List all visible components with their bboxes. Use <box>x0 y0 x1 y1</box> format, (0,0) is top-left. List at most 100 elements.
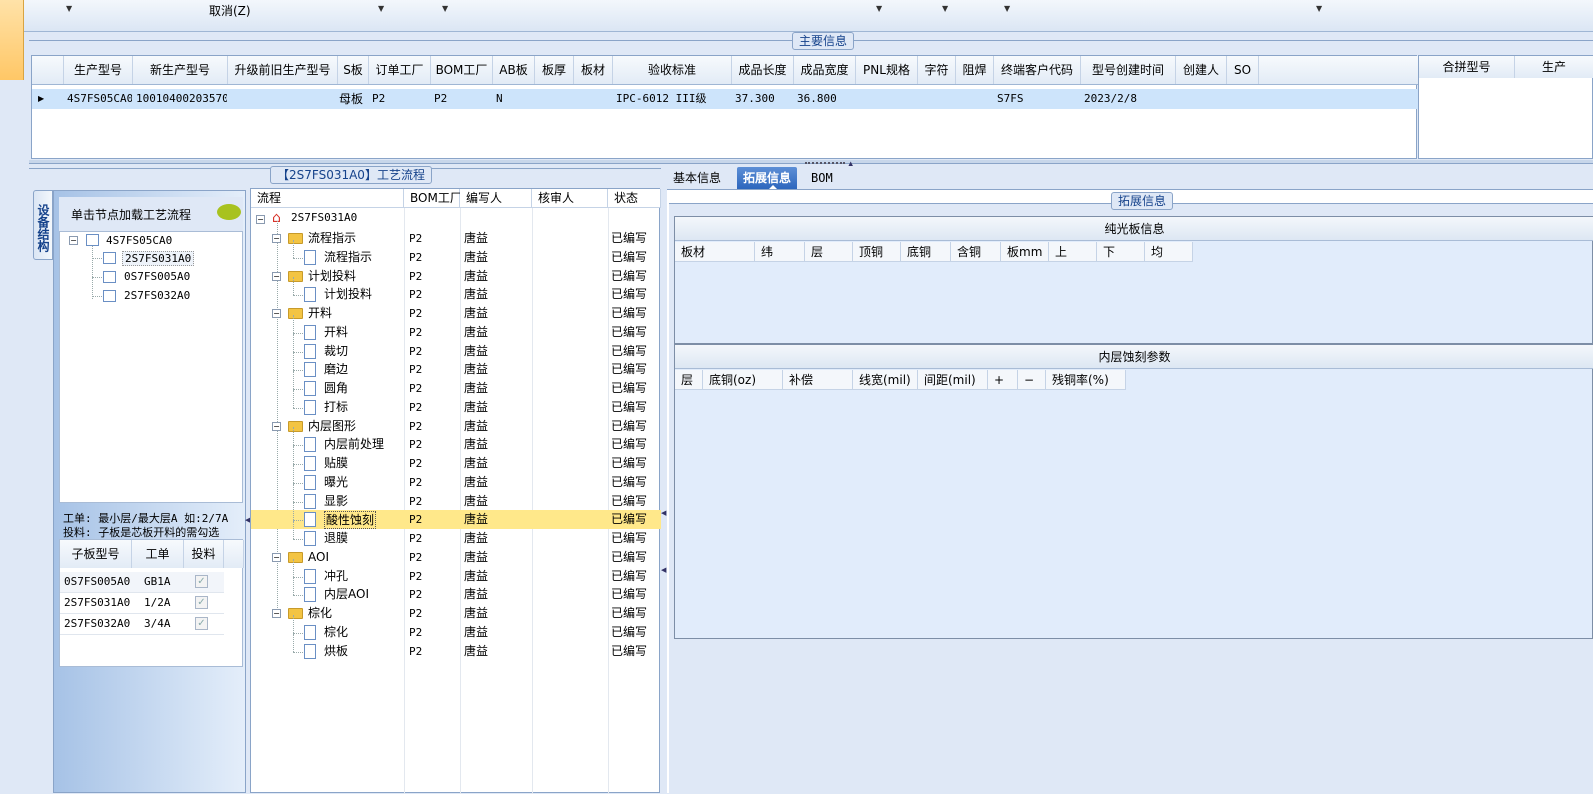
col-header[interactable]: 成品长度 <box>732 56 794 84</box>
dropdown-arrow-icon[interactable]: ▼ <box>942 4 948 13</box>
merge-grid[interactable]: 合拼型号 生产 <box>1418 55 1593 159</box>
col-header[interactable]: 间距(mil) <box>918 370 988 390</box>
collapse-icon[interactable]: − <box>272 271 281 281</box>
col-header[interactable]: 下 <box>1097 242 1145 262</box>
flow-step-row[interactable]: 计划投料 P2 唐益 已编写 <box>251 277 661 304</box>
sub-board-grid[interactable]: 子板型号 工单 投料 0S7FS005A0 GB1A ✓ 2S7FS031A0 … <box>59 539 244 667</box>
col-header[interactable]: 成品宽度 <box>794 56 856 84</box>
flow-step-row[interactable]: 显影 P2 唐益 已编写 <box>251 483 661 511</box>
col-header[interactable]: AB板 <box>493 56 535 84</box>
col-header[interactable]: 阻焊 <box>956 56 994 84</box>
col-header[interactable]: 残铜率(%) <box>1046 370 1126 390</box>
collapse-arrow-icon[interactable]: ◀ <box>661 566 666 574</box>
flow-group-row[interactable]: − 棕化 P2 唐益 已编写 <box>251 604 661 623</box>
col-header[interactable]: + <box>988 370 1018 390</box>
col-header[interactable]: 纬 <box>755 242 805 262</box>
main-info-grid[interactable]: 生产型号 新生产型号 升级前旧生产型号 S板 订单工厂 BOM工厂 AB板 板厚 板材 验收标准成… <box>31 55 1418 159</box>
feed-checkbox[interactable]: ✓ <box>195 596 208 609</box>
flow-step-row[interactable]: 内层前处理 P2 唐益 已编写 <box>251 427 661 454</box>
col-header[interactable]: − <box>1018 370 1046 390</box>
table-row[interactable]: 2S7FS032A0 3/4A ✓ <box>60 614 224 635</box>
structure-tree[interactable]: − 4S7FS05CA0 2S7FS031A0 0S7FS005A0 2S7FS… <box>59 231 243 503</box>
col-header[interactable]: 新生产型号 <box>133 56 228 84</box>
collapse-icon[interactable]: − <box>69 236 78 245</box>
flow-step-row[interactable]: 贴膜 P2 唐益 已编写 <box>251 446 661 473</box>
flow-step-row[interactable]: 内层AOI P2 唐益 已编写 <box>251 577 661 604</box>
col-header[interactable]: BOM工厂 <box>431 56 493 84</box>
flow-step-row[interactable]: 退膜 P2 唐益 已编写 <box>251 521 661 548</box>
collapse-icon[interactable]: − <box>272 421 281 431</box>
col-header[interactable]: 顶铜 <box>853 242 901 262</box>
flow-step-row[interactable]: 烘板 P2 唐益 已编写 <box>251 633 661 661</box>
dropdown-arrow-icon[interactable]: ▼ <box>876 4 882 13</box>
flow-tree-grid[interactable]: 流程 BOM工厂 编写人 核审人 状态 − ⌂ 2S7FS031A0 − 流程指示… <box>250 188 661 794</box>
flow-step-row[interactable]: 冲孔 P2 唐益 已编写 <box>251 558 661 586</box>
flow-step-row[interactable]: 曝光 P2 唐益 已编写 <box>251 464 661 492</box>
col-header[interactable]: 补偿 <box>783 370 853 390</box>
flow-step-row[interactable]: 圆角 P2 唐益 已编写 <box>251 371 661 398</box>
col-header[interactable]: 核审人 <box>532 189 608 208</box>
col-header[interactable]: 生产 <box>1515 56 1593 78</box>
col-header[interactable]: 升级前旧生产型号 <box>228 56 338 84</box>
dropdown-arrow-icon[interactable]: ▼ <box>442 4 448 13</box>
flow-step-row[interactable]: 酸性蚀刻 P2 唐益 已编写 <box>251 502 661 530</box>
flow-step-row[interactable]: 裁切 P2 唐益 已编写 <box>251 333 661 361</box>
flow-group-row[interactable]: − 流程指示 P2 唐益 已编写 <box>251 229 661 248</box>
flow-step-row[interactable]: 打标 P2 唐益 已编写 <box>251 389 661 417</box>
col-header[interactable]: PNL规格 <box>856 56 918 84</box>
tab-basic-info[interactable]: 基本信息 <box>667 167 727 189</box>
side-tab-device-structure[interactable]: 设备结构 <box>33 190 53 260</box>
dropdown-arrow-icon[interactable]: ▼ <box>378 4 384 13</box>
col-header[interactable]: 含铜 <box>951 242 1001 262</box>
dropdown-arrow-icon[interactable]: ▼ <box>1004 4 1010 13</box>
col-header[interactable]: 均 <box>1145 242 1193 262</box>
col-header[interactable]: 工单 <box>132 540 184 568</box>
collapse-icon[interactable]: − <box>272 609 281 618</box>
col-header[interactable]: SO <box>1227 56 1259 84</box>
flow-step-row[interactable]: 棕化 P2 唐益 已编写 <box>251 614 661 642</box>
col-header[interactable]: 板材 <box>675 242 755 262</box>
table-row[interactable]: ▶ 4S7FS05CA0 10010400203570 母板 P2 P2 N IPC-6012… <box>32 89 1418 109</box>
flow-step-row[interactable]: 磨边 P2 唐益 已编写 <box>251 352 661 379</box>
col-header[interactable]: 线宽(mil) <box>853 370 918 390</box>
col-header[interactable]: 底铜(oz) <box>703 370 783 390</box>
col-header[interactable]: 生产型号 <box>64 56 133 84</box>
col-header[interactable]: 子板型号 <box>60 540 132 568</box>
cancel-button[interactable]: 取消(Z) <box>209 2 251 19</box>
flow-group-row[interactable]: − AOI P2 唐益 已编写 <box>251 548 661 567</box>
collapse-icon[interactable]: − <box>272 309 281 318</box>
dropdown-arrow-icon[interactable]: ▼ <box>1316 4 1322 13</box>
flow-group-row[interactable]: − 内层图形 P2 唐益 已编写 <box>251 417 661 436</box>
tree-item[interactable]: 2S7FS031A0 <box>122 251 195 266</box>
col-header[interactable]: 层 <box>675 370 703 390</box>
col-header[interactable]: 板厚 <box>535 56 574 84</box>
col-header[interactable]: S板 <box>338 56 369 84</box>
col-header[interactable]: 状态 <box>608 189 661 208</box>
flow-step-row[interactable]: 流程指示 P2 唐益 已编写 <box>251 239 661 267</box>
collapse-icon[interactable]: − <box>272 234 281 243</box>
tree-item[interactable]: 2S7FS032A0 <box>124 289 190 302</box>
col-header[interactable]: 投料 <box>184 540 224 568</box>
feed-checkbox[interactable]: ✓ <box>195 575 208 588</box>
tree-root[interactable]: 4S7FS05CA0 <box>106 234 172 247</box>
tab-extended-info[interactable]: 拓展信息 <box>737 167 798 189</box>
col-header[interactable]: 板mm <box>1001 242 1049 262</box>
col-header[interactable]: 流程 <box>251 189 404 208</box>
col-header[interactable]: 底铜 <box>901 242 951 262</box>
collapse-icon[interactable]: − <box>272 552 281 562</box>
col-header[interactable]: 型号创建时间 <box>1081 56 1176 84</box>
col-header[interactable]: 板材 <box>574 56 613 84</box>
col-header[interactable]: 订单工厂 <box>369 56 431 84</box>
col-header[interactable]: 合拼型号 <box>1419 56 1515 78</box>
dropdown-arrow-icon[interactable]: ▼ <box>66 4 72 13</box>
flow-group-row[interactable]: − 计划投料 P2 唐益 已编写 <box>251 267 661 286</box>
col-header[interactable]: 验收标准 <box>613 56 732 84</box>
col-header[interactable]: 终端客户代码 <box>994 56 1081 84</box>
col-header[interactable]: 字符 <box>918 56 956 84</box>
col-header[interactable]: BOM工厂 <box>404 189 462 208</box>
table-row[interactable]: 0S7FS005A0 GB1A ✓ <box>60 572 224 593</box>
feed-checkbox[interactable]: ✓ <box>195 617 208 630</box>
col-header[interactable]: 编写人 <box>460 189 532 208</box>
col-header[interactable]: 上 <box>1049 242 1097 262</box>
col-header[interactable]: 创建人 <box>1176 56 1227 84</box>
